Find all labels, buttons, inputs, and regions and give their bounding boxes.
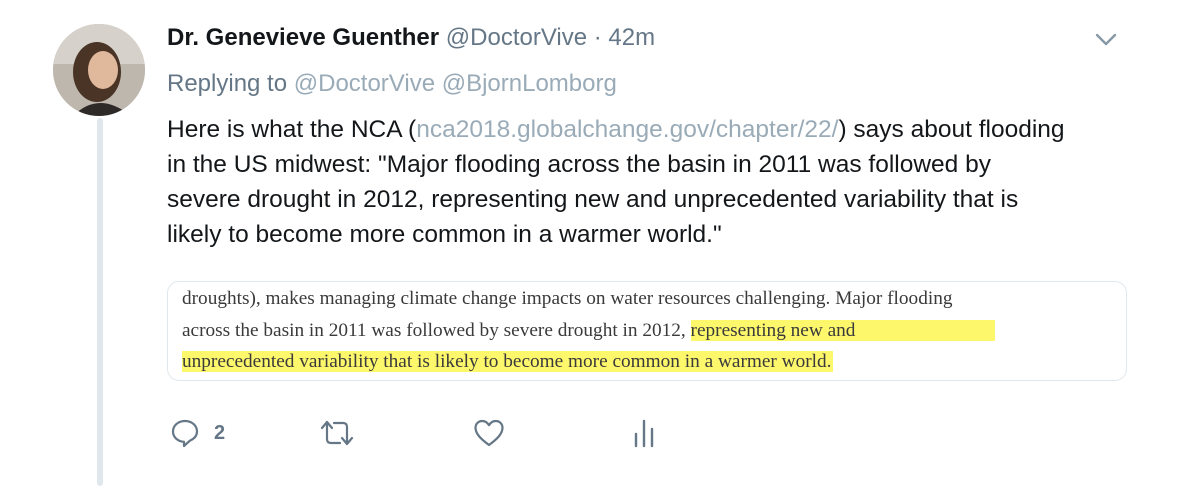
replying-mentions[interactable]: @DoctorVive @BjornLomborg — [294, 70, 617, 97]
separator-dot: · — [587, 24, 609, 51]
chevron-down-icon[interactable] — [1094, 30, 1118, 50]
replying-label: Replying to — [167, 70, 294, 97]
timestamp[interactable]: 42m — [608, 24, 655, 51]
avatar[interactable] — [53, 24, 145, 116]
avatar-image — [53, 24, 145, 116]
analytics-icon — [634, 419, 654, 448]
heart-icon — [474, 419, 504, 447]
author-handle[interactable]: @DoctorVive — [446, 24, 587, 51]
reply-icon — [171, 419, 199, 448]
quote-line-3: unprecedented variability that is likely… — [182, 346, 834, 377]
reply-button[interactable]: 2 — [170, 418, 225, 448]
tweet-text-part1: Here is what the NCA ( — [167, 116, 417, 143]
quote-highlight-2: unprecedented variability that is likely… — [182, 351, 834, 372]
quote-highlight-1: representing new and — [690, 320, 996, 341]
author-name[interactable]: Dr. Genevieve Guenther — [167, 24, 439, 51]
tweet-actions: 2 — [170, 418, 690, 458]
tweet-text: Here is what the NCA (nca2018.globalchan… — [167, 112, 1067, 252]
reply-count: 2 — [214, 421, 226, 444]
tweet-link[interactable]: nca2018.globalchange.gov/chapter/22/ — [416, 116, 838, 143]
tweet-header: Dr. Genevieve Guenther @DoctorVive · 42m — [167, 22, 655, 54]
analytics-button[interactable] — [632, 418, 656, 448]
quote-line-2: across the basin in 2011 was followed by… — [182, 315, 996, 346]
quote-line-1: droughts), makes managing climate change… — [182, 288, 953, 309]
quote-line-2-plain: across the basin in 2011 was followed by… — [182, 320, 691, 341]
retweet-button[interactable] — [320, 418, 354, 448]
like-button[interactable] — [473, 418, 505, 448]
attached-image-card[interactable]: droughts), makes managing climate change… — [167, 281, 1127, 381]
retweet-icon — [320, 420, 354, 446]
replying-to: Replying to @DoctorVive @BjornLomborg — [167, 68, 617, 100]
thread-connector-line — [97, 118, 103, 486]
